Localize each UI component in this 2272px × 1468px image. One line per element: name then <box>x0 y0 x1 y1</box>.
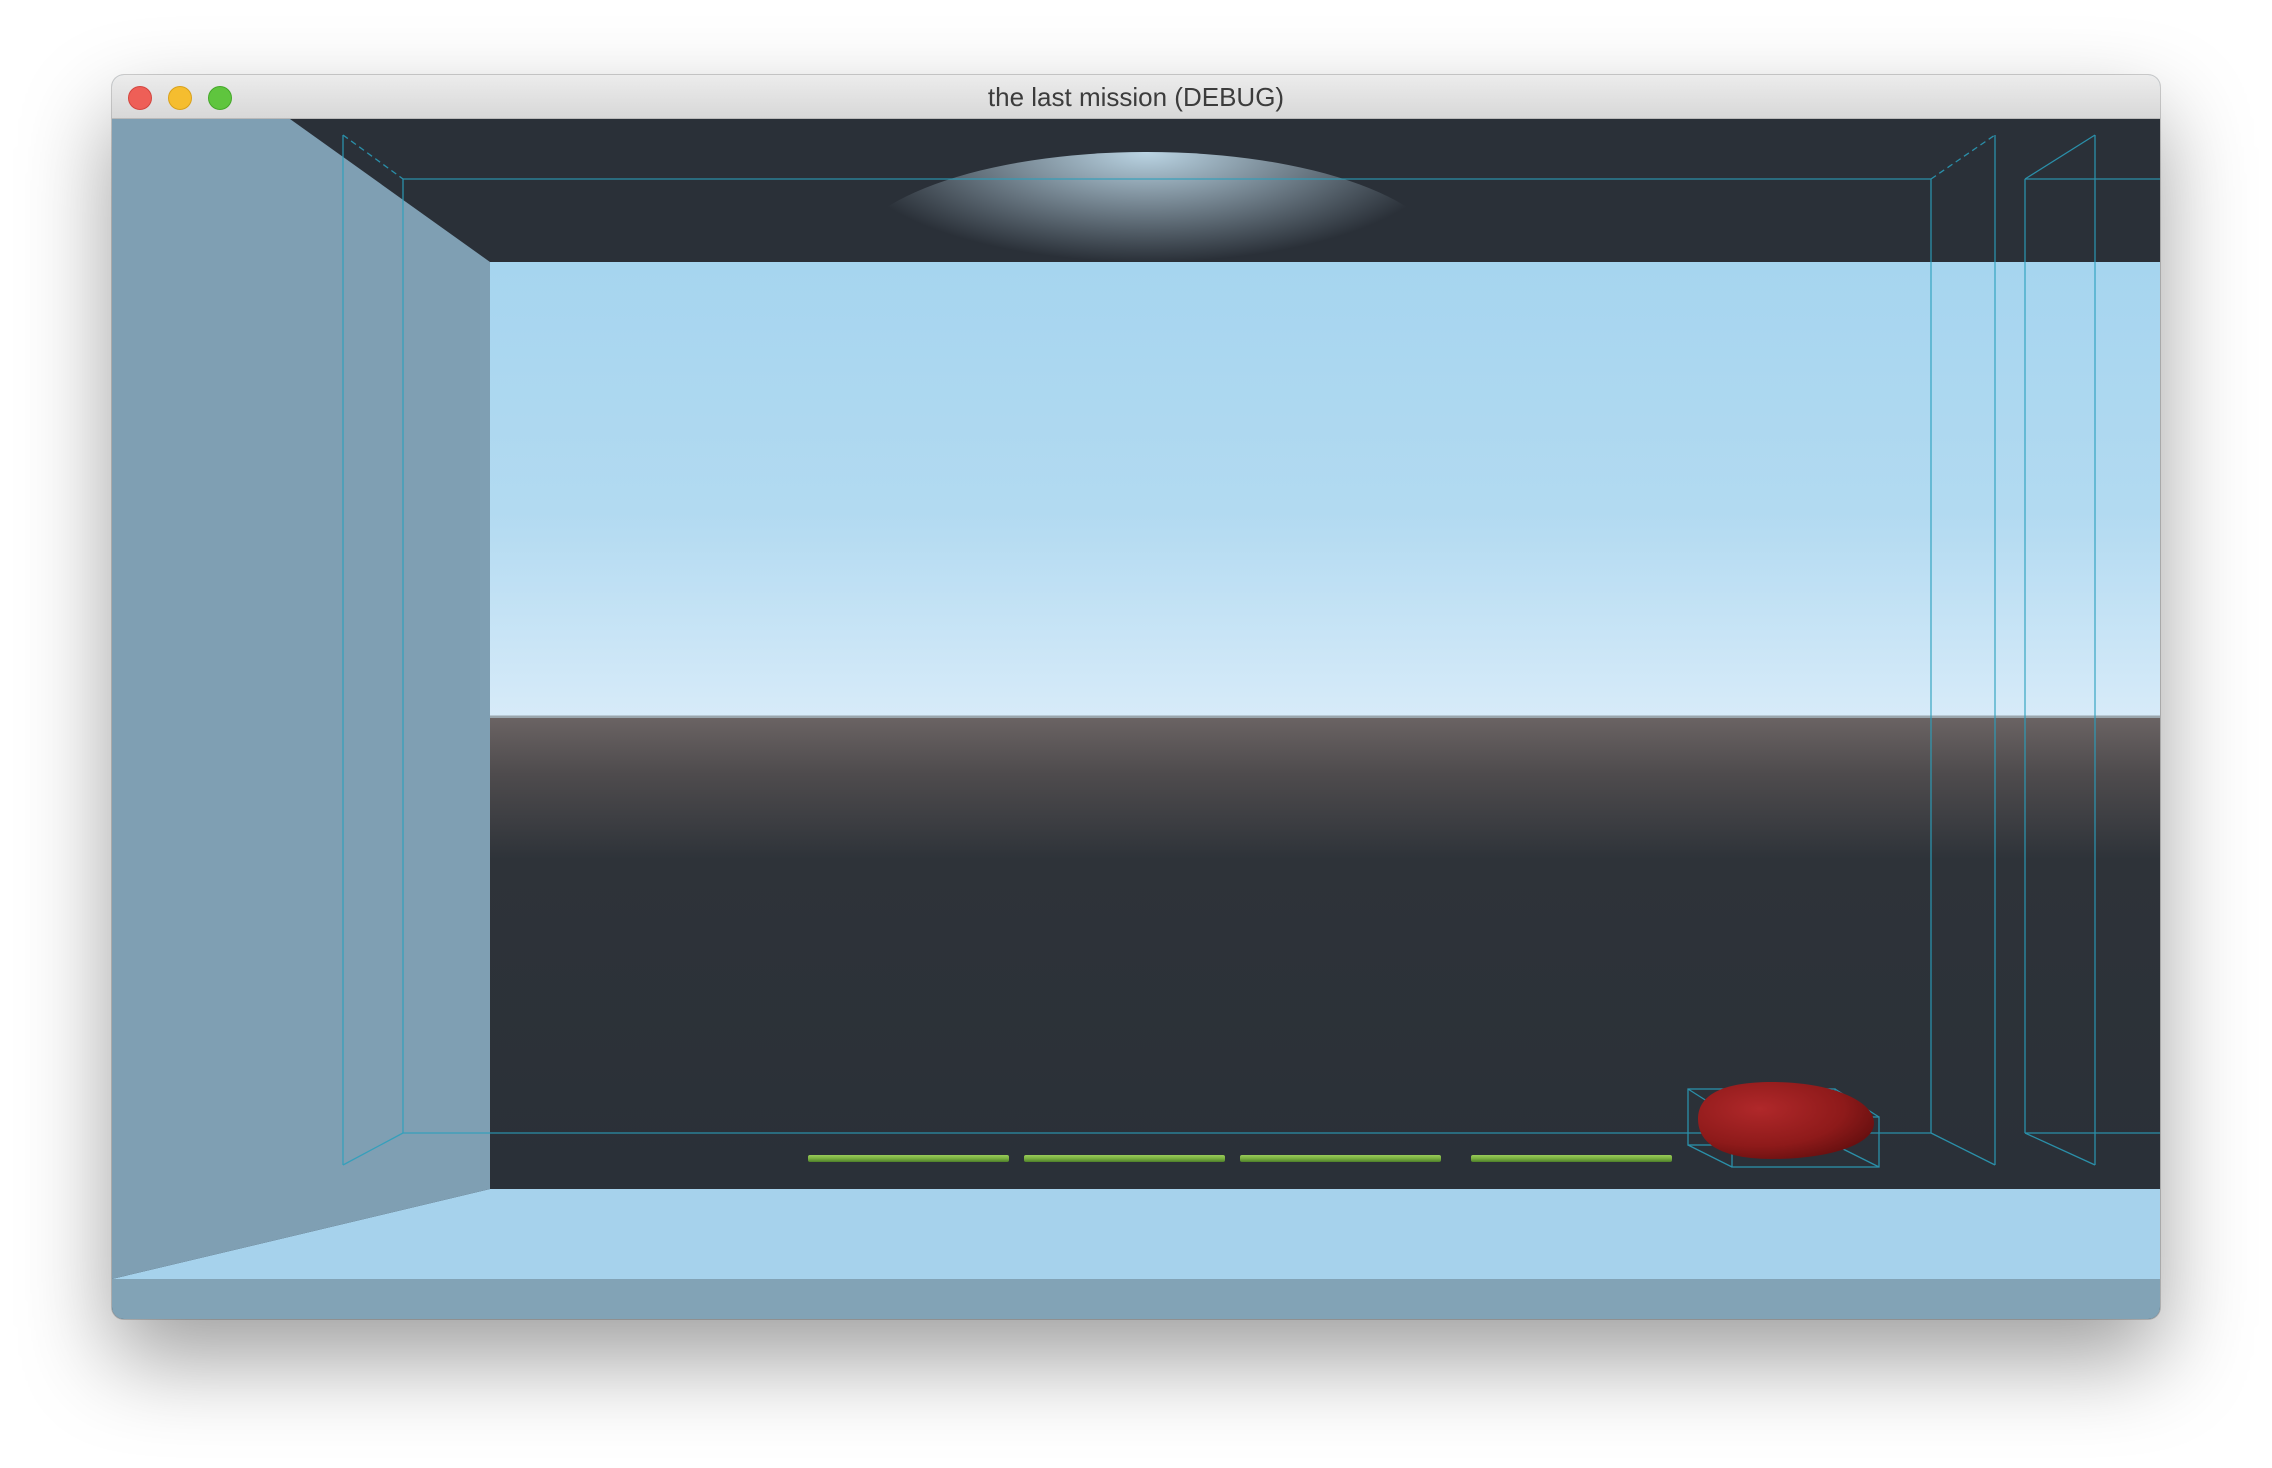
platform-4 <box>1471 1155 1672 1162</box>
platform-3 <box>1240 1155 1441 1162</box>
game-viewport[interactable] <box>112 119 2160 1319</box>
game-window: the last mission (DEBUG) <box>112 75 2160 1319</box>
platform-2 <box>1024 1155 1225 1162</box>
floor-front-edge <box>112 1279 2160 1319</box>
left-wall <box>112 119 490 1279</box>
sun-glow <box>847 152 1447 372</box>
title-bar[interactable]: the last mission (DEBUG) <box>112 75 2160 119</box>
horizon-ground <box>490 718 2160 1189</box>
platform-1 <box>808 1155 1009 1162</box>
window-title: the last mission (DEBUG) <box>987 82 1285 112</box>
scene-canvas <box>112 119 2160 1319</box>
